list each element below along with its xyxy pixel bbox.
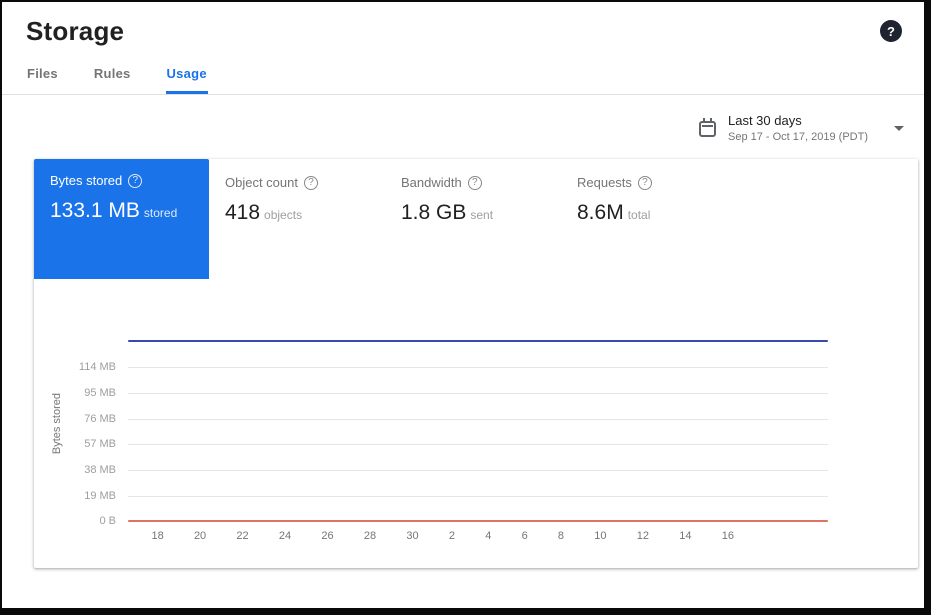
y-tick-label: 57 MB bbox=[84, 438, 116, 450]
usage-card: Bytes stored ? 133.1 MB stored Object cou… bbox=[34, 159, 918, 568]
metric-value-row: 8.6M total bbox=[577, 201, 721, 225]
chart-x-labels: 18202224262830246810121416 bbox=[128, 521, 828, 542]
x-tick-label: 4 bbox=[485, 530, 491, 542]
metric-card-requests[interactable]: Requests ? 8.6M total bbox=[561, 159, 737, 225]
y-tick-label: 38 MB bbox=[84, 464, 116, 476]
metric-unit: total bbox=[628, 208, 651, 222]
y-tick-label: 0 B bbox=[99, 515, 116, 527]
x-tick-label: 28 bbox=[364, 530, 376, 542]
chart-y-labels: 114 MB95 MB76 MB57 MB38 MB19 MB0 B bbox=[68, 325, 128, 521]
x-tick-label: 16 bbox=[722, 530, 734, 542]
metric-card-object-count[interactable]: Object count ? 418 objects bbox=[209, 159, 385, 225]
page-header: Storage ? bbox=[2, 2, 924, 47]
toolbar: Last 30 days Sep 17 - Oct 17, 2019 (PDT) bbox=[2, 95, 924, 159]
date-range-label: Last 30 days bbox=[728, 112, 868, 130]
metric-value: 8.6M bbox=[577, 201, 624, 224]
y-tick-label: 19 MB bbox=[84, 490, 116, 502]
storage-page: Storage ? Files Rules Usage Last 30 days… bbox=[0, 0, 931, 615]
metric-label: Requests bbox=[577, 175, 632, 190]
chart-gridline bbox=[128, 444, 828, 445]
metric-label-row: Bytes stored ? bbox=[50, 173, 193, 188]
x-tick-label: 10 bbox=[594, 530, 606, 542]
x-tick-label: 12 bbox=[637, 530, 649, 542]
metric-value-row: 418 objects bbox=[225, 201, 369, 225]
x-tick-label: 30 bbox=[406, 530, 418, 542]
x-tick-label: 24 bbox=[279, 530, 291, 542]
help-button[interactable]: ? bbox=[880, 20, 902, 42]
metric-help-icon[interactable]: ? bbox=[638, 176, 652, 190]
metric-label-row: Bandwidth ? bbox=[401, 175, 545, 190]
metric-help-icon[interactable]: ? bbox=[468, 176, 482, 190]
y-tick-label: 76 MB bbox=[84, 413, 116, 425]
metric-value: 133.1 MB bbox=[50, 199, 140, 222]
metric-label: Bytes stored bbox=[50, 173, 122, 188]
y-axis-title-column: Bytes stored bbox=[46, 325, 68, 521]
tab-usage[interactable]: Usage bbox=[166, 57, 208, 94]
tab-rules[interactable]: Rules bbox=[93, 57, 132, 94]
page-title: Storage bbox=[26, 16, 124, 47]
x-tick-label: 26 bbox=[321, 530, 333, 542]
x-tick-label: 18 bbox=[151, 530, 163, 542]
calendar-icon bbox=[699, 121, 716, 137]
metric-unit: objects bbox=[264, 208, 302, 222]
metric-value-row: 133.1 MB stored bbox=[50, 199, 193, 223]
x-tick-label: 6 bbox=[522, 530, 528, 542]
chart-gridline bbox=[128, 470, 828, 471]
x-tick-label: 22 bbox=[236, 530, 248, 542]
x-tick-label: 2 bbox=[449, 530, 455, 542]
y-tick-label: 95 MB bbox=[84, 387, 116, 399]
metric-card-bandwidth[interactable]: Bandwidth ? 1.8 GB sent bbox=[385, 159, 561, 225]
chevron-down-icon[interactable] bbox=[894, 126, 904, 131]
date-range-selector[interactable]: Last 30 days Sep 17 - Oct 17, 2019 (PDT) bbox=[728, 112, 868, 144]
metric-value-row: 1.8 GB sent bbox=[401, 201, 545, 225]
tab-bar: Files Rules Usage bbox=[2, 57, 924, 95]
metric-label: Object count bbox=[225, 175, 298, 190]
x-tick-label: 14 bbox=[679, 530, 691, 542]
metric-help-icon[interactable]: ? bbox=[128, 174, 142, 188]
tab-files[interactable]: Files bbox=[26, 57, 59, 94]
metric-card-bytes-stored[interactable]: Bytes stored ? 133.1 MB stored bbox=[34, 159, 209, 279]
x-tick-label: 8 bbox=[558, 530, 564, 542]
x-tick-label: 20 bbox=[194, 530, 206, 542]
date-range-detail: Sep 17 - Oct 17, 2019 (PDT) bbox=[728, 130, 868, 145]
metric-unit: stored bbox=[144, 206, 177, 220]
chart-gridline bbox=[128, 419, 828, 420]
chart-gridline bbox=[128, 367, 828, 368]
chart-plot bbox=[128, 325, 828, 521]
metric-label-row: Object count ? bbox=[225, 175, 369, 190]
metric-value: 418 bbox=[225, 201, 260, 224]
y-axis-title: Bytes stored bbox=[51, 393, 63, 454]
chart-body: Bytes stored 114 MB 95 MB 76 MB 57 MB 38 MB 1… bbox=[46, 325, 828, 521]
metric-label: Bandwidth bbox=[401, 175, 462, 190]
metric-tabs: Bytes stored ? 133.1 MB stored Object cou… bbox=[34, 159, 918, 279]
chart-gridline bbox=[128, 393, 828, 394]
y-tick-label: 114 MB bbox=[79, 361, 116, 373]
usage-chart: Bytes stored 114 MB 95 MB 76 MB 57 MB 38 MB 1… bbox=[46, 325, 828, 542]
metric-help-icon[interactable]: ? bbox=[304, 176, 318, 190]
series-line-bytes-stored bbox=[128, 340, 828, 342]
metric-unit: sent bbox=[470, 208, 493, 222]
metric-value: 1.8 GB bbox=[401, 201, 466, 224]
question-mark-icon: ? bbox=[887, 24, 895, 39]
chart-gridline bbox=[128, 496, 828, 497]
metric-label-row: Requests ? bbox=[577, 175, 721, 190]
